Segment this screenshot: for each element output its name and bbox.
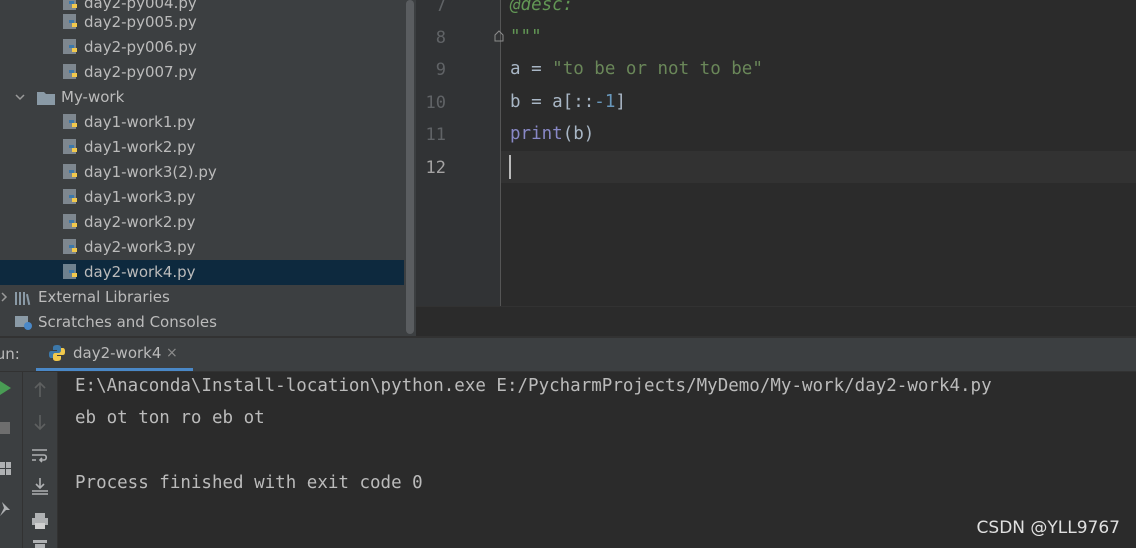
code-token: b = a[:: (510, 92, 595, 112)
python-file-icon (63, 39, 77, 54)
tree-item-day2-py006[interactable]: day2-py006.py (0, 35, 404, 60)
tree-item-day2-work4[interactable]: day2-work4.py (0, 260, 404, 285)
line-number-current: 12 (425, 158, 446, 178)
number-literal: -1 (594, 92, 616, 112)
console-line: E:\Anaconda\Install-location\python.exe … (75, 376, 992, 396)
python-file-icon (63, 64, 77, 79)
trash-icon[interactable] (33, 540, 47, 548)
scratches-icon (15, 316, 32, 330)
python-file-icon (63, 264, 77, 279)
code-token: ] (615, 92, 626, 112)
tree-item-label: day1-work1.py (84, 113, 196, 131)
tree-item-day1-work2[interactable]: day1-work2.py (0, 135, 404, 160)
python-file-icon (63, 239, 77, 254)
layout-icon[interactable] (0, 462, 12, 476)
tree-item-day2-py007[interactable]: day2-py007.py (0, 60, 404, 85)
tree-item-day2-work3[interactable]: day2-work3.py (0, 235, 404, 260)
folder-icon (37, 92, 55, 105)
string-literal: "to be or not to be" (552, 59, 763, 79)
run-toolbar: Run: day2-work4 × (0, 338, 1136, 372)
console-line: Process finished with exit code 0 (75, 473, 423, 493)
code-line-9: a = "to be or not to be" (510, 59, 763, 79)
code-line-7: @desc: (510, 0, 573, 15)
tree-item-label: day2-work4.py (84, 263, 196, 281)
tree-item-label: day1-work3.py (84, 188, 196, 206)
tree-folder-my-work[interactable]: My-work (0, 85, 404, 110)
libraries-icon (15, 292, 31, 305)
text-caret (509, 155, 511, 179)
line-number: 7 (435, 0, 446, 16)
python-file-icon (63, 114, 77, 129)
console-line: eb ot ton ro eb ot (75, 408, 265, 428)
tree-scrollbar-thumb[interactable] (406, 0, 414, 334)
watermark: CSDN @YLL9767 (976, 518, 1120, 538)
python-file-icon (63, 164, 77, 179)
pin-icon[interactable] (0, 502, 12, 516)
code-line-10: b = a[::-1] (510, 92, 626, 112)
rerun-icon[interactable] (0, 380, 12, 396)
code-token: (b) (562, 124, 595, 144)
line-number: 8 (435, 28, 446, 48)
tree-scrollbar[interactable] (404, 0, 416, 336)
tree-item-label: day2-work3.py (84, 238, 196, 256)
python-file-icon (63, 139, 77, 154)
tab-active-indicator (36, 368, 193, 371)
print-icon[interactable] (31, 512, 49, 530)
tree-item-label: External Libraries (38, 288, 170, 306)
tree-item-day2-py005[interactable]: day2-py005.py (0, 10, 404, 35)
tree-item-label: day2-py006.py (84, 38, 197, 56)
line-number: 10 (425, 93, 446, 113)
run-label: Run: (0, 345, 20, 363)
code-line-11: print(b) (510, 124, 594, 144)
tree-item-scratches[interactable]: Scratches and Consoles (0, 310, 404, 335)
run-side-toolbar (0, 372, 23, 548)
docstring-text: """ (510, 27, 542, 47)
line-number: 11 (425, 125, 446, 145)
tree-item-label: day2-py007.py (84, 63, 197, 81)
tree-item-day1-work3-2[interactable]: day1-work3(2).py (0, 160, 404, 185)
chevron-down-icon[interactable] (14, 89, 26, 105)
tree-item-label: day1-work3(2).py (84, 163, 217, 181)
code-token: a = (510, 59, 553, 79)
tree-item-day1-work3[interactable]: day1-work3.py (0, 185, 404, 210)
tree-item-label: day2-py005.py (84, 13, 197, 31)
tree-item-day2-work2[interactable]: day2-work2.py (0, 210, 404, 235)
tree-item-label: My-work (61, 88, 125, 106)
close-icon[interactable]: × (166, 345, 178, 361)
docstring-text: @desc: (510, 0, 574, 15)
python-file-icon (63, 14, 77, 29)
python-icon (49, 345, 65, 361)
tree-item-external-libraries[interactable]: External Libraries (0, 285, 404, 310)
line-number: 9 (435, 60, 446, 80)
arrow-up-icon[interactable] (32, 381, 48, 399)
project-tree: day2-py004.py day2-py005.py day2-py006.p… (0, 0, 404, 336)
console-side-toolbar (23, 372, 58, 548)
current-line-highlight (501, 151, 1136, 183)
editor-bottom-area (416, 306, 1136, 337)
chevron-right-icon[interactable] (0, 289, 10, 305)
tab-label: day2-work4 (73, 344, 162, 362)
fold-marker-icon[interactable] (494, 30, 504, 42)
tree-item-label: Scratches and Consoles (38, 313, 217, 331)
scroll-to-end-icon[interactable] (31, 477, 49, 495)
code-line-8: """ (510, 27, 542, 47)
stop-icon[interactable] (0, 422, 10, 434)
python-file-icon (63, 189, 77, 204)
tree-item-label: day1-work2.py (84, 138, 196, 156)
builtin-function: print (510, 124, 563, 144)
python-file-icon (63, 214, 77, 229)
tree-item-day1-work1[interactable]: day1-work1.py (0, 110, 404, 135)
soft-wrap-icon[interactable] (31, 447, 49, 465)
run-console[interactable] (58, 372, 1136, 548)
tree-item-label: day2-work2.py (84, 213, 196, 231)
arrow-down-icon[interactable] (32, 413, 48, 431)
